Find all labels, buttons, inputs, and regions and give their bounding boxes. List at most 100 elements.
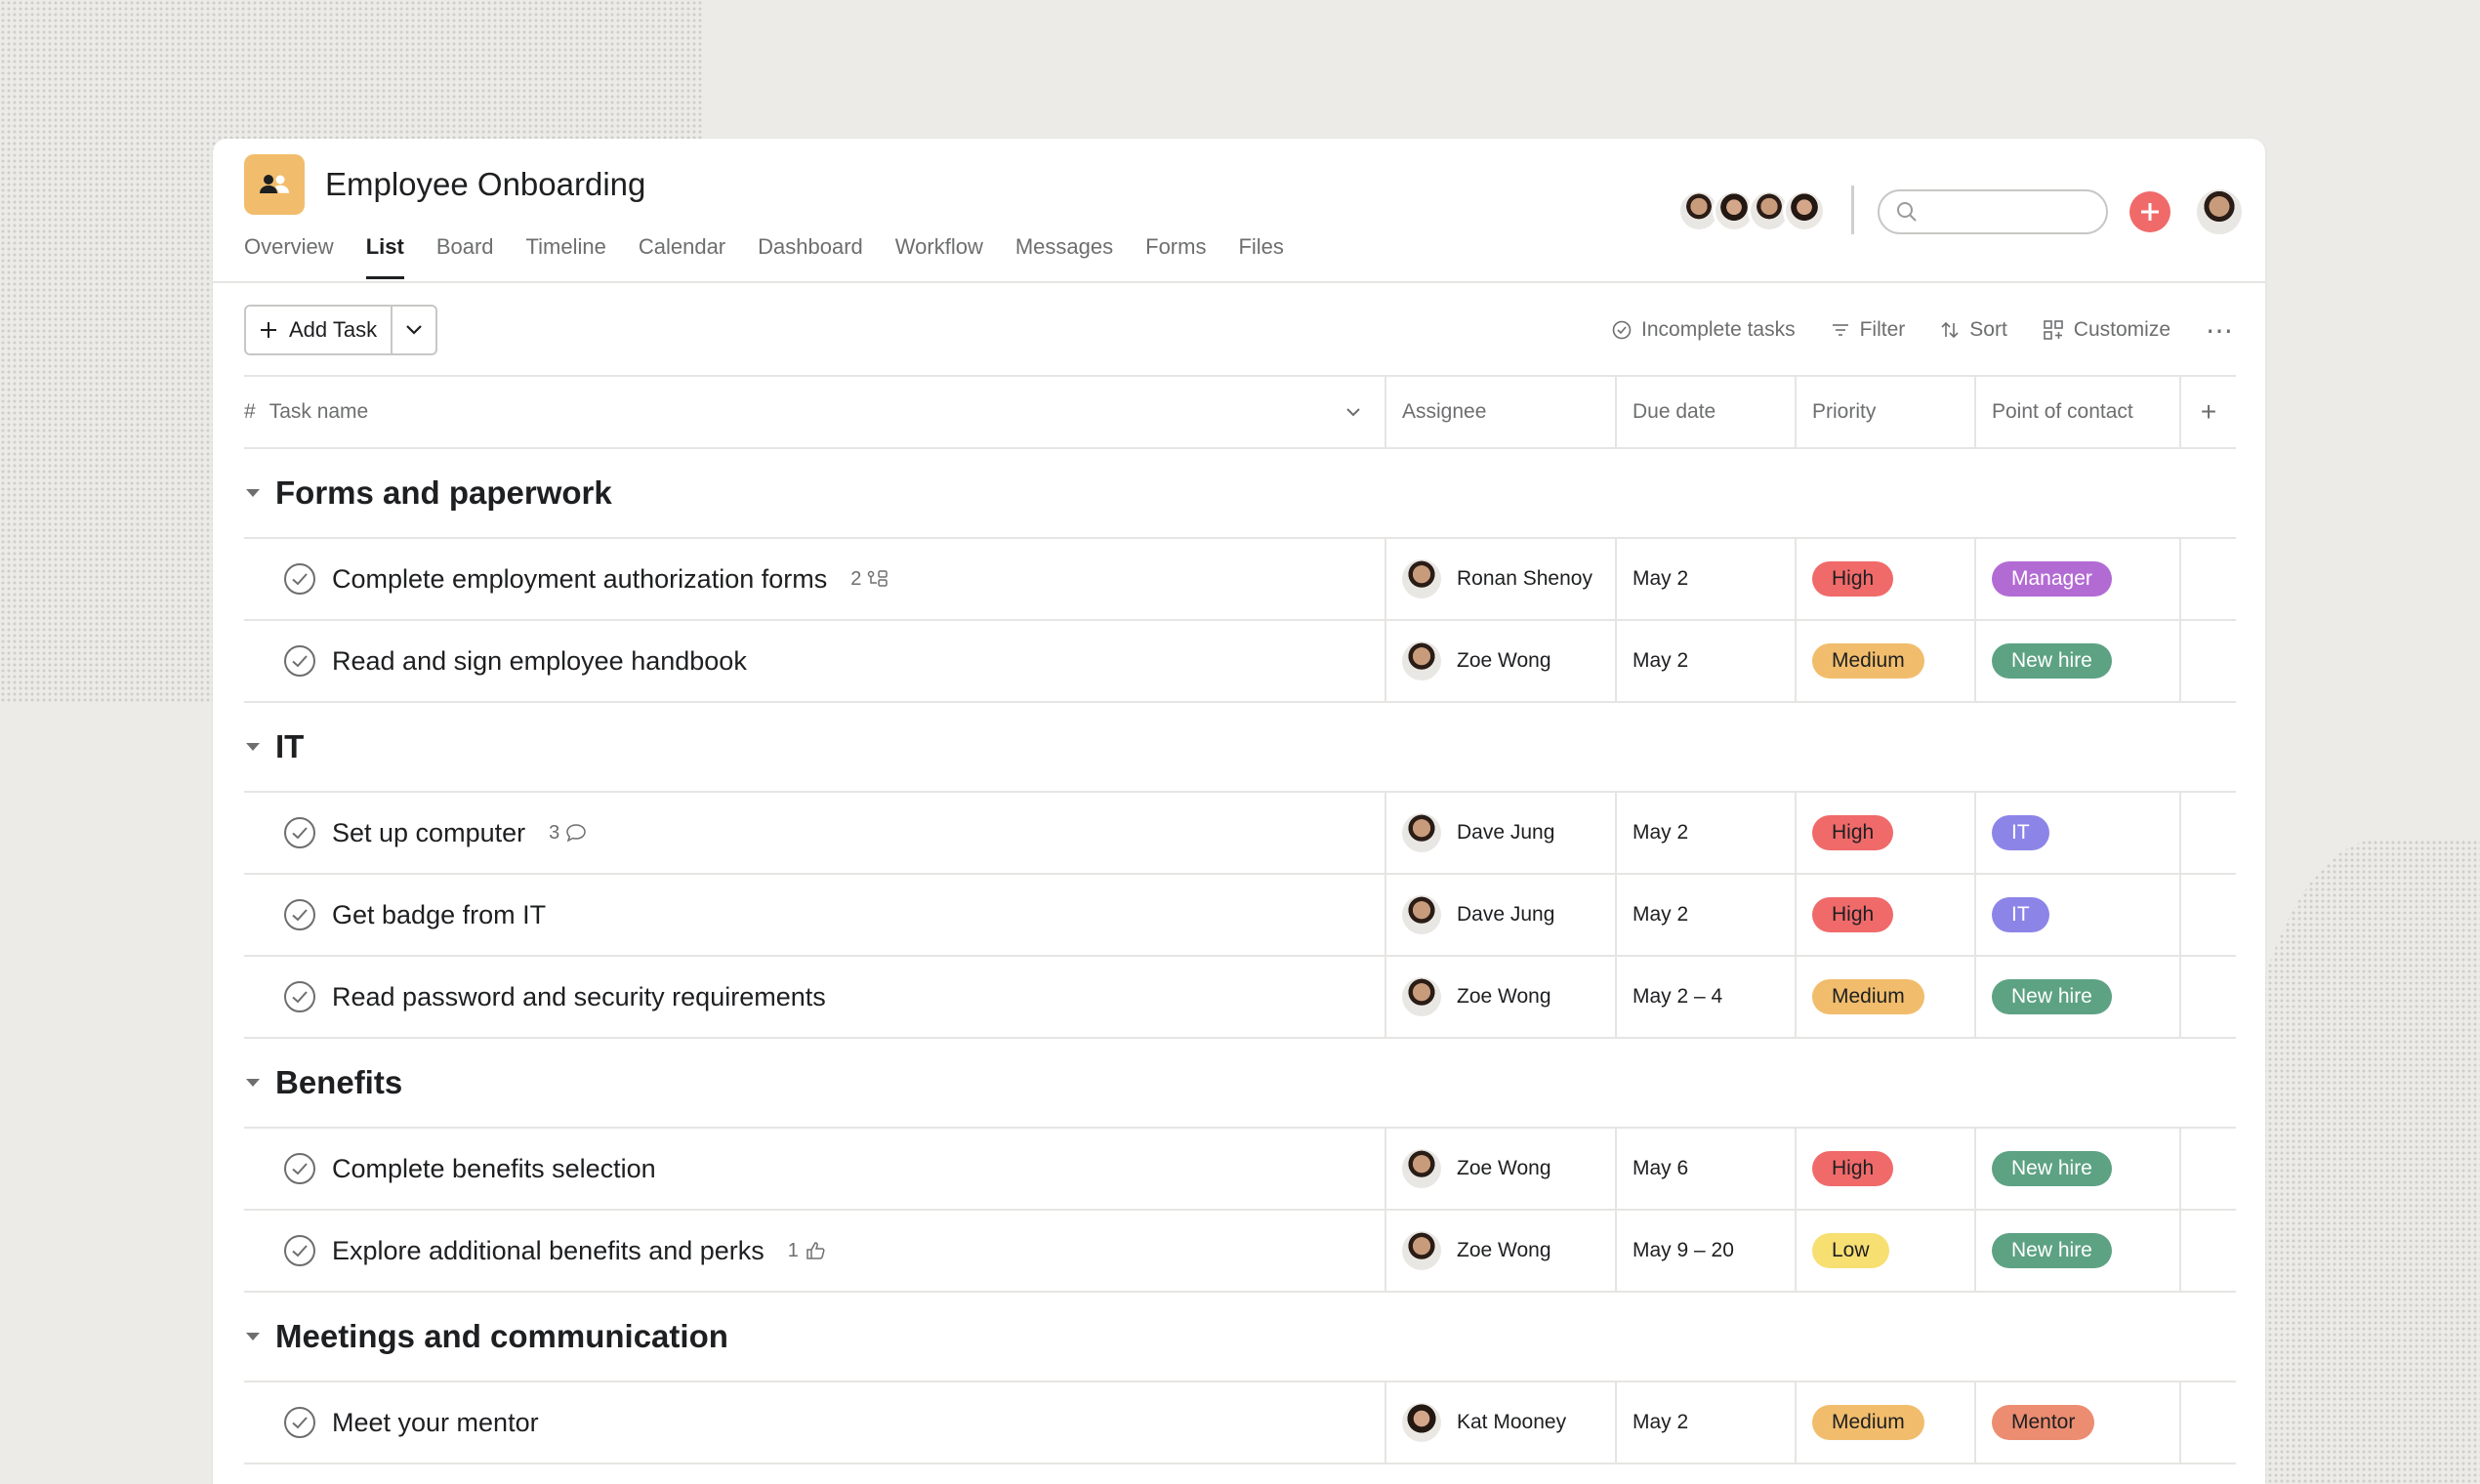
tab-board[interactable]: Board [436, 234, 494, 279]
task-name-cell[interactable]: Meet your mentor [244, 1382, 1385, 1463]
table-row[interactable]: Set up computer 3 Dave Jung May 2 High I… [244, 793, 2236, 875]
table-row[interactable]: Read and sign employee handbook Zoe Wong… [244, 621, 2236, 703]
tab-list[interactable]: List [365, 234, 404, 279]
due-date-cell[interactable]: May 6 [1615, 1129, 1795, 1209]
priority-cell[interactable]: Medium [1795, 957, 1974, 1037]
tab-overview[interactable]: Overview [244, 234, 334, 279]
table-row[interactable]: Meet your mentor Kat Mooney May 2 Medium… [244, 1382, 2236, 1464]
due-date-cell[interactable]: May 9 – 20 [1615, 1211, 1795, 1291]
user-avatar[interactable] [2197, 189, 2242, 234]
complete-checkbox-icon[interactable] [283, 644, 316, 678]
priority-cell[interactable]: Medium [1795, 1382, 1974, 1463]
caret-down-icon[interactable] [244, 487, 275, 499]
complete-checkbox-icon[interactable] [283, 1406, 316, 1439]
caret-down-icon[interactable] [244, 1331, 275, 1342]
add-icon[interactable] [2129, 191, 2170, 232]
section-header[interactable]: IT [244, 703, 2236, 793]
add-task-dropdown[interactable] [393, 307, 435, 353]
assignee-cell[interactable]: Dave Jung [1385, 875, 1615, 955]
table-row[interactable]: Read password and security requirements … [244, 957, 2236, 1039]
customize-button[interactable]: Customize [2043, 318, 2170, 342]
table-row[interactable]: Complete benefits selection Zoe Wong May… [244, 1129, 2236, 1211]
point-of-contact-cell[interactable]: IT [1974, 875, 2179, 955]
table-row[interactable]: Get badge from IT Dave Jung May 2 High I… [244, 875, 2236, 957]
task-name-cell[interactable]: Read password and security requirements [244, 957, 1385, 1037]
due-date-cell[interactable]: May 2 – 4 [1615, 957, 1795, 1037]
add-task-main[interactable]: Add Task [246, 307, 393, 353]
assignee-cell[interactable]: Zoe Wong [1385, 957, 1615, 1037]
assignee-header[interactable]: Assignee [1385, 377, 1615, 447]
point-of-contact-cell[interactable]: New hire [1974, 621, 2179, 701]
tab-workflow[interactable]: Workflow [895, 234, 983, 279]
task-name-header[interactable]: # Task name [244, 377, 1385, 447]
task-meta[interactable]: 1 [788, 1240, 826, 1262]
task-name[interactable]: Read and sign employee handbook [332, 646, 747, 677]
task-name[interactable]: Explore additional benefits and perks [332, 1236, 765, 1266]
priority-cell[interactable]: High [1795, 875, 1974, 955]
due-date-header[interactable]: Due date [1615, 377, 1795, 447]
table-row[interactable]: Explore additional benefits and perks 1 … [244, 1211, 2236, 1293]
due-date-cell[interactable]: May 2 [1615, 539, 1795, 619]
complete-checkbox-icon[interactable] [283, 562, 316, 596]
section-header[interactable]: Forms and paperwork [244, 449, 2236, 539]
priority-cell[interactable]: Low [1795, 1211, 1974, 1291]
more-options-icon[interactable]: ⋯ [2206, 314, 2234, 347]
priority-cell[interactable]: High [1795, 793, 1974, 873]
task-name-cell[interactable]: Get badge from IT [244, 875, 1385, 955]
assignee-cell[interactable]: Ronan Shenoy [1385, 539, 1615, 619]
people-icon[interactable] [244, 154, 305, 215]
tab-files[interactable]: Files [1238, 234, 1283, 279]
priority-header[interactable]: Priority [1795, 377, 1974, 447]
task-name-cell[interactable]: Explore additional benefits and perks 1 [244, 1211, 1385, 1291]
point-of-contact-cell[interactable]: New hire [1974, 957, 2179, 1037]
task-meta[interactable]: 2 [850, 568, 889, 591]
point-of-contact-cell[interactable]: Mentor [1974, 1382, 2179, 1463]
task-meta[interactable]: 3 [549, 822, 587, 845]
tab-forms[interactable]: Forms [1145, 234, 1206, 279]
complete-checkbox-icon[interactable] [283, 816, 316, 849]
point-of-contact-cell[interactable]: Manager [1974, 539, 2179, 619]
complete-checkbox-icon[interactable] [283, 898, 316, 931]
assignee-cell[interactable]: Kat Mooney [1385, 1382, 1615, 1463]
incomplete-tasks-button[interactable]: Incomplete tasks [1612, 318, 1796, 342]
priority-cell[interactable]: High [1795, 1129, 1974, 1209]
caret-down-icon[interactable] [244, 1077, 275, 1089]
add-column-button[interactable]: + [2179, 377, 2236, 447]
point-of-contact-header[interactable]: Point of contact [1974, 377, 2179, 447]
project-members[interactable] [1677, 189, 1826, 232]
add-task-button[interactable]: Add Task [244, 305, 437, 355]
sort-button[interactable]: Sort [1940, 318, 2007, 342]
task-name[interactable]: Read password and security requirements [332, 982, 826, 1012]
table-row[interactable]: Complete employment authorization forms … [244, 539, 2236, 621]
due-date-cell[interactable]: May 2 [1615, 793, 1795, 873]
assignee-cell[interactable]: Zoe Wong [1385, 621, 1615, 701]
assignee-cell[interactable]: Zoe Wong [1385, 1129, 1615, 1209]
task-name[interactable]: Get badge from IT [332, 900, 546, 930]
due-date-cell[interactable]: May 2 [1615, 1382, 1795, 1463]
task-name[interactable]: Complete benefits selection [332, 1154, 656, 1184]
assignee-cell[interactable]: Dave Jung [1385, 793, 1615, 873]
assignee-cell[interactable]: Zoe Wong [1385, 1211, 1615, 1291]
point-of-contact-cell[interactable]: IT [1974, 793, 2179, 873]
task-name-cell[interactable]: Read and sign employee handbook [244, 621, 1385, 701]
tab-timeline[interactable]: Timeline [526, 234, 606, 279]
task-name-cell[interactable]: Complete employment authorization forms … [244, 539, 1385, 619]
complete-checkbox-icon[interactable] [283, 980, 316, 1013]
caret-down-icon[interactable] [244, 741, 275, 753]
chevron-down-icon[interactable] [1345, 407, 1361, 417]
complete-checkbox-icon[interactable] [283, 1152, 316, 1185]
task-name[interactable]: Complete employment authorization forms [332, 564, 827, 595]
point-of-contact-cell[interactable]: New hire [1974, 1129, 2179, 1209]
avatar[interactable] [1783, 189, 1826, 232]
task-name-cell[interactable]: Set up computer 3 [244, 793, 1385, 873]
priority-cell[interactable]: Medium [1795, 621, 1974, 701]
tab-messages[interactable]: Messages [1015, 234, 1113, 279]
task-name[interactable]: Set up computer [332, 818, 525, 848]
priority-cell[interactable]: High [1795, 539, 1974, 619]
section-header[interactable]: Meetings and communication [244, 1293, 2236, 1382]
filter-button[interactable]: Filter [1831, 318, 1905, 342]
complete-checkbox-icon[interactable] [283, 1234, 316, 1267]
section-header[interactable]: Benefits [244, 1039, 2236, 1129]
due-date-cell[interactable]: May 2 [1615, 875, 1795, 955]
point-of-contact-cell[interactable]: New hire [1974, 1211, 2179, 1291]
